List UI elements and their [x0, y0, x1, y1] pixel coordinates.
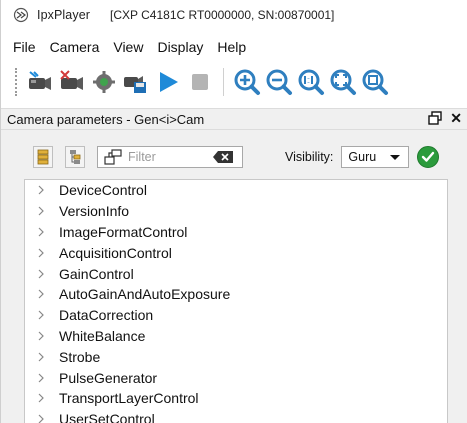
chevron-right-icon[interactable]	[37, 269, 45, 279]
chevron-right-icon[interactable]	[37, 352, 45, 362]
camera-settings-icon	[93, 71, 115, 93]
chevron-right-icon[interactable]	[37, 414, 45, 423]
tree-item-label: GainControl	[59, 265, 134, 282]
tree-item-label: UserSetControl	[59, 411, 155, 423]
tree-item-device-control[interactable]: DeviceControl	[25, 180, 447, 201]
visibility-select[interactable]: Guru	[341, 146, 410, 168]
tree-item-label: DataCorrection	[59, 307, 154, 324]
stop-icon	[192, 74, 208, 90]
tree-item-label: DeviceControl	[59, 182, 147, 199]
tree-item-label: ImageFormatControl	[59, 223, 188, 240]
tree-item-white-balance[interactable]: WhiteBalance	[25, 326, 447, 347]
expand-all-icon	[37, 149, 49, 165]
collapse-all-icon	[70, 150, 81, 164]
chevron-right-icon[interactable]	[37, 310, 45, 320]
tree-item-label: Strobe	[59, 348, 101, 365]
tree-item-label: TransportLayerControl	[59, 390, 199, 407]
camera-disconnect-icon	[60, 70, 83, 90]
tree-item-data-correction[interactable]: DataCorrection	[25, 305, 447, 326]
zoom-select-button[interactable]	[360, 67, 390, 97]
menu-camera[interactable]: Camera	[50, 39, 100, 55]
zoom-in-button[interactable]	[232, 67, 262, 97]
stop-button[interactable]	[185, 67, 215, 97]
title-bar: IpxPlayer [CXP C4181C RT0000000, SN:0087…	[1, 0, 467, 30]
zoom-fit-icon	[330, 69, 356, 95]
tree-item-auto-gain-and-auto-exposure[interactable]: AutoGainAndAutoExposure	[25, 284, 447, 305]
chevron-right-icon[interactable]	[37, 227, 45, 237]
menu-display[interactable]: Display	[157, 39, 203, 55]
float-panel-icon[interactable]	[428, 111, 442, 125]
tree-item-pulse-generator[interactable]: PulseGenerator	[25, 367, 447, 388]
chevron-right-icon[interactable]	[37, 289, 45, 299]
chevron-right-icon[interactable]	[37, 393, 45, 403]
chevron-down-icon	[390, 155, 401, 160]
zoom-select-icon	[362, 69, 388, 95]
tree-item-label: WhiteBalance	[59, 327, 146, 344]
camera-parameters-panel-header: Camera parameters - Gen<i>Cam ✕	[1, 108, 467, 130]
apply-button[interactable]	[417, 146, 440, 168]
play-button[interactable]	[153, 67, 183, 97]
toolbar-separator	[223, 68, 224, 96]
filter-row: Visibility: Guru	[33, 144, 453, 170]
close-panel-icon[interactable]: ✕	[450, 111, 462, 125]
ipxplayer-window: IpxPlayer [CXP C4181C RT0000000, SN:0087…	[0, 0, 467, 423]
collapse-all-button[interactable]	[65, 146, 85, 168]
menu-bar: File Camera View Display Help	[1, 36, 467, 58]
window-title: IpxPlayer	[37, 8, 91, 22]
tree-item-label: PulseGenerator	[59, 369, 158, 386]
chevron-right-icon[interactable]	[37, 185, 45, 195]
chevron-right-icon[interactable]	[37, 373, 45, 383]
menu-file[interactable]: File	[13, 39, 36, 55]
tree-item-label: AutoGainAndAutoExposure	[59, 286, 231, 303]
checkmark-icon	[422, 151, 435, 162]
camera-info-title: [CXP C4181C RT0000000, SN:00870001]	[110, 8, 335, 22]
zoom-fit-button[interactable]	[328, 67, 358, 97]
menu-help[interactable]: Help	[217, 39, 246, 55]
zoom-out-icon	[266, 69, 292, 95]
tree-item-acquisition-control[interactable]: AcquisitionControl	[25, 242, 447, 263]
tree-item-strobe[interactable]: Strobe	[25, 346, 447, 367]
camera-disconnect-button[interactable]	[57, 67, 87, 97]
panel-header-controls: ✕	[428, 111, 462, 125]
zoom-actual-size-button[interactable]	[296, 67, 326, 97]
expand-all-button[interactable]	[33, 146, 53, 168]
tree-item-image-format-control[interactable]: ImageFormatControl	[25, 222, 447, 243]
chevron-right-icon[interactable]	[37, 331, 45, 341]
visibility-value: Guru	[348, 150, 377, 164]
clear-filter-icon[interactable]	[212, 150, 234, 164]
tree-item-label: VersionInfo	[59, 203, 130, 220]
panel-title: Camera parameters - Gen<i>Cam	[7, 111, 205, 127]
zoom-actual-icon	[298, 69, 324, 95]
filter-input[interactable]	[128, 150, 208, 164]
menu-view[interactable]: View	[113, 39, 143, 55]
tree-item-label: AcquisitionControl	[59, 244, 172, 261]
zoom-out-button[interactable]	[264, 67, 294, 97]
chevron-right-icon[interactable]	[37, 248, 45, 258]
parameter-tree: DeviceControl VersionInfo ImageFormatCon…	[24, 179, 448, 423]
filter-tree-icon	[104, 149, 122, 165]
visibility-label: Visibility:	[285, 150, 334, 164]
tree-item-user-set-control[interactable]: UserSetControl	[25, 409, 447, 423]
camera-connect-icon	[29, 71, 51, 90]
filter-field	[97, 146, 243, 168]
camera-save-button[interactable]	[121, 67, 151, 97]
tree-item-version-info[interactable]: VersionInfo	[25, 201, 447, 222]
app-logo-icon	[13, 7, 29, 23]
toolbar-grip[interactable]	[15, 68, 19, 96]
tree-item-gain-control[interactable]: GainControl	[25, 263, 447, 284]
tree-item-transport-layer-control[interactable]: TransportLayerControl	[25, 388, 447, 409]
zoom-in-icon	[234, 69, 260, 95]
toolbar	[1, 62, 467, 102]
camera-settings-button[interactable]	[89, 67, 119, 97]
chevron-right-icon[interactable]	[37, 206, 45, 216]
camera-save-icon	[124, 76, 146, 93]
camera-connect-button[interactable]	[25, 67, 55, 97]
play-icon	[160, 72, 178, 92]
